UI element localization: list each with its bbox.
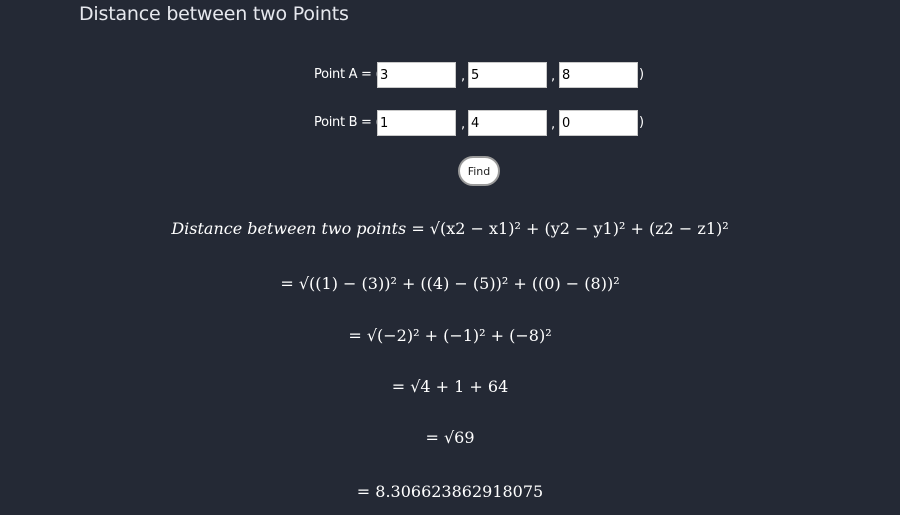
formula-lhs: Distance between two points [171,219,407,238]
point-a-row: Point A = ( , , ) [0,62,900,88]
point-b-row: Point B = ( , , ) [0,110,900,136]
point-b-z-input[interactable] [559,110,638,136]
point-a-label: Point A = ( [314,67,381,82]
point-a-close-paren: ) [639,67,645,82]
step-sum: = √69 [425,428,475,447]
step-differences: = √(−2)² + (−1)² + (−8)² [348,326,552,345]
point-a-separator-2: , [551,69,556,84]
point-b-y-input[interactable] [468,110,547,136]
formula-line: Distance between two points = √(x2 − x1)… [0,219,900,238]
formula-rhs: = √(x2 − x1)² + (y2 − y1)² + (z2 − z1)² [411,219,729,238]
point-b-separator-1: , [461,117,466,132]
page: Distance between two Points Point A = ( … [0,0,900,515]
point-a-z-input[interactable] [559,62,638,88]
page-title: Distance between two Points [79,3,349,25]
find-button[interactable]: Find [458,156,500,186]
point-b-label: Point B = ( [314,115,381,130]
point-b-x-input[interactable] [377,110,456,136]
step-substitution: = √((1) − (3))² + ((4) − (5))² + ((0) − … [280,274,620,293]
point-a-y-input[interactable] [468,62,547,88]
step-squares: = √4 + 1 + 64 [391,377,509,396]
point-a-separator-1: , [461,69,466,84]
point-b-separator-2: , [551,117,556,132]
result-value: = 8.306623862918075 [356,482,544,501]
point-a-x-input[interactable] [377,62,456,88]
point-b-close-paren: ) [639,115,645,130]
